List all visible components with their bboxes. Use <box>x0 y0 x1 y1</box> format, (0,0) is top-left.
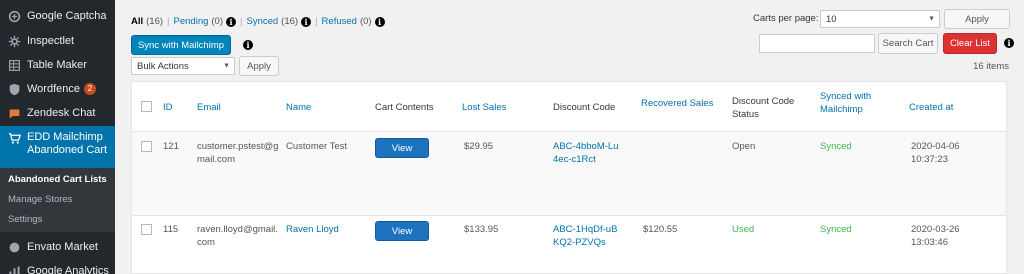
envato-icon <box>7 240 21 254</box>
menu-label: Inspectlet <box>27 34 75 47</box>
cart-icon <box>7 131 21 145</box>
info-icon[interactable]: i <box>374 16 385 27</box>
filter-separator: | <box>167 16 170 27</box>
filter-synced-count: (16) <box>281 16 299 27</box>
info-icon[interactable]: i <box>243 40 253 50</box>
status-filters: All (16) | Pending (0) i | Synced (16) i… <box>131 16 385 27</box>
view-cart-button[interactable]: View <box>375 221 429 241</box>
menu-label: Envato Market <box>27 240 98 253</box>
column-header-discount-code: Discount Code <box>553 102 616 113</box>
menu-google-analytics[interactable]: Google Analytics <box>0 259 115 274</box>
main-content: All (16) | Pending (0) i | Synced (16) i… <box>115 0 1024 274</box>
menu-label: Zendesk Chat <box>27 106 96 119</box>
chevron-down-icon: ▼ <box>928 15 935 23</box>
filter-separator: | <box>315 16 318 27</box>
search-input[interactable] <box>759 34 875 53</box>
submenu-abandoned-cart-lists[interactable]: Abandoned Cart Lists <box>8 174 107 185</box>
bulk-apply-button[interactable]: Apply <box>239 56 279 76</box>
info-icon[interactable]: i <box>226 16 237 27</box>
menu-label: Google Analytics <box>27 264 109 274</box>
menu-label: Google Captcha <box>27 9 107 22</box>
info-icon[interactable]: i <box>1004 38 1014 48</box>
menu-label: EDD Mailchimp Abandoned Cart <box>27 131 108 156</box>
submenu-settings[interactable]: Settings <box>8 214 42 225</box>
chat-icon <box>7 106 21 120</box>
cell-id: 115 <box>163 224 179 235</box>
menu-table-maker[interactable]: Table Maker <box>0 53 115 77</box>
filter-pending[interactable]: Pending <box>174 16 209 27</box>
filter-refused-count: (0) <box>359 16 372 27</box>
cell-name: Customer Test <box>286 141 348 152</box>
admin-sidebar: Google Captcha Inspectlet Table Maker Wo… <box>0 0 115 274</box>
cell-email: customer.pstest@gmail.com <box>197 141 279 165</box>
menu-zendesk-chat[interactable]: Zendesk Chat <box>0 101 115 125</box>
bulk-actions-select[interactable]: Bulk Actions ▼ <box>131 57 235 75</box>
per-page-apply-button[interactable]: Apply <box>944 9 1010 29</box>
per-page-value: 10 <box>826 13 837 25</box>
table-row: 121 customer.pstest@gmail.com Customer T… <box>132 131 1006 215</box>
row-checkbox[interactable] <box>141 224 152 235</box>
cell-synced: Synced <box>820 224 852 235</box>
select-all-checkbox[interactable] <box>141 101 152 112</box>
cell-discount-code[interactable]: ABC-4bboM-Lu4ec-c1Rct <box>553 140 621 166</box>
column-header-created-at[interactable]: Created at <box>909 101 953 114</box>
analytics-icon <box>7 264 21 274</box>
filter-refused[interactable]: Refused <box>322 16 357 27</box>
bulk-actions-value: Bulk Actions <box>137 60 189 72</box>
row-checkbox[interactable] <box>141 141 152 152</box>
cell-email: raven.lloyd@gmail.com <box>197 224 278 248</box>
filter-all[interactable]: All <box>131 16 143 27</box>
update-badge: 2 <box>84 83 96 95</box>
menu-edd-mailchimp[interactable]: EDD Mailchimp Abandoned Cart <box>0 126 115 174</box>
column-header-synced[interactable]: Synced with Mailchimp <box>820 90 882 116</box>
filter-pending-count: (0) <box>211 16 224 27</box>
item-count: 16 items <box>973 61 1009 72</box>
table-row: 115 raven.lloyd@gmail.com Raven Lloyd Vi… <box>132 215 1006 274</box>
cell-discount-code[interactable]: ABC-1HqDf-uBKQ2-PZVQs <box>553 223 621 249</box>
cell-created-at: 2020-04-06 10:37:23 <box>911 141 960 165</box>
shield-icon <box>7 82 21 96</box>
column-header-email[interactable]: Email <box>197 101 221 114</box>
menu-label: Wordfence <box>27 82 80 95</box>
chevron-down-icon: ▼ <box>223 62 230 70</box>
cell-name[interactable]: Raven Lloyd <box>286 223 339 236</box>
column-header-cart-contents: Cart Contents <box>375 102 434 113</box>
table-icon <box>7 58 21 72</box>
menu-wordfence[interactable]: Wordfence 2 <box>0 77 115 101</box>
column-header-name[interactable]: Name <box>286 101 311 114</box>
menu-envato-market[interactable]: Envato Market <box>0 235 115 259</box>
column-header-discount-status: Discount Code Status <box>732 96 795 120</box>
submenu-manage-stores[interactable]: Manage Stores <box>8 194 72 205</box>
info-icon[interactable]: i <box>301 16 312 27</box>
gear-icon <box>7 34 21 48</box>
cell-created-at: 2020-03-26 13:03:46 <box>911 224 960 248</box>
submenu: Abandoned Cart Lists Manage Stores Setti… <box>0 168 115 232</box>
captcha-icon <box>7 9 21 23</box>
clear-list-button[interactable]: Clear List <box>943 33 997 54</box>
filter-all-count: (16) <box>146 16 164 27</box>
menu-inspectlet[interactable]: Inspectlet <box>0 29 115 53</box>
abandoned-carts-table: ID Email Name Cart Contents Lost Sales D… <box>131 81 1007 274</box>
cell-discount-status: Used <box>732 224 755 235</box>
column-header-lost-sales[interactable]: Lost Sales <box>462 101 506 114</box>
cell-id: 121 <box>163 141 179 152</box>
search-cart-button[interactable]: Search Cart <box>878 33 938 54</box>
column-header-id[interactable]: ID <box>163 101 173 114</box>
per-page-label: Carts per page: <box>753 13 819 24</box>
sync-mailchimp-button[interactable]: Sync with Mailchimp <box>131 35 231 55</box>
cell-discount-status: Open <box>732 141 756 152</box>
filter-separator: | <box>240 16 243 27</box>
menu-google-captcha[interactable]: Google Captcha <box>0 4 115 28</box>
filter-synced[interactable]: Synced <box>246 16 278 27</box>
cell-lost-sales: $133.95 <box>464 224 499 235</box>
view-cart-button[interactable]: View <box>375 138 429 158</box>
column-header-recovered-sales[interactable]: Recovered Sales <box>641 97 713 110</box>
cell-lost-sales: $29.95 <box>464 141 494 152</box>
cell-synced: Synced <box>820 141 852 152</box>
cell-recovered-sales: $120.55 <box>643 224 678 235</box>
per-page-select[interactable]: 10 ▼ <box>820 10 940 28</box>
menu-label: Table Maker <box>27 58 87 71</box>
